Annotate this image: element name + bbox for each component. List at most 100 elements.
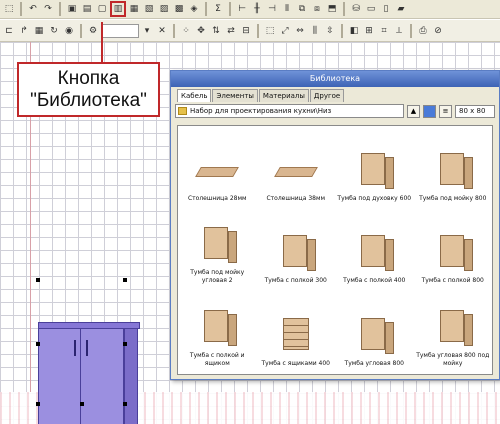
object-icon[interactable]: ◈ [187, 2, 201, 16]
folder-icon[interactable]: ▭ [364, 2, 378, 16]
library-tab[interactable]: Кабель [177, 89, 212, 102]
callout-pointer [101, 22, 103, 63]
selection-handle[interactable] [123, 278, 127, 282]
library-item[interactable]: Столешница 28мм [178, 126, 257, 209]
callout-line-1: Кнопка [57, 68, 120, 89]
toolbar-separator [257, 23, 259, 38]
item-shape [439, 309, 473, 346]
zoom-input[interactable] [101, 23, 139, 38]
print-icon[interactable]: ⎙ [416, 24, 430, 38]
view-mode-icon[interactable] [423, 104, 436, 118]
toolbar-separator [173, 23, 175, 38]
selection-handle[interactable] [80, 402, 84, 406]
item-shape [361, 317, 395, 354]
snap-icon[interactable]: ⁘ [179, 24, 193, 38]
library-item[interactable]: Тумба под духовку 600 [335, 126, 414, 209]
rotate-icon[interactable]: ↻ [47, 24, 61, 38]
library-item[interactable]: Тумба с ящиками 400 [257, 291, 336, 374]
distribute-icon[interactable]: ⫴ [280, 2, 294, 16]
arrow-icon[interactable]: ↱ [17, 24, 31, 38]
toolbar-separator [341, 23, 343, 38]
library-item[interactable]: Тумба угловая 800 под мойку [414, 291, 493, 374]
align-left-icon[interactable]: ⊢ [235, 2, 249, 16]
align-right-icon[interactable]: ⊣ [265, 2, 279, 16]
mirror-icon[interactable]: ⇄ [224, 24, 238, 38]
group-icon[interactable]: ⧉ [295, 2, 309, 16]
view-list-icon[interactable]: ≡ [439, 104, 452, 118]
stretch-icon[interactable]: ⇔ [293, 24, 307, 38]
folder-open-icon[interactable]: ⛁ [349, 2, 363, 16]
table-icon[interactable]: ▧ [142, 2, 156, 16]
align-icon[interactable]: ⊟ [239, 24, 253, 38]
pointer-icon[interactable]: ⬚ [2, 2, 16, 16]
selected-cabinet[interactable] [34, 322, 144, 424]
library-item[interactable]: Тумба с полкой 800 [414, 209, 493, 292]
library-item[interactable]: Тумба под мойку 800 [414, 126, 493, 209]
item-thumbnail [432, 231, 474, 272]
library-window: Библиотека Кабель Элементы Материалы Другое… [170, 70, 500, 380]
cabinet-body [38, 328, 124, 424]
selection-handle[interactable] [36, 342, 40, 346]
redo-icon[interactable]: ↷ [41, 2, 55, 16]
item-label: Тумба угловая 800 под мойку [416, 351, 490, 367]
folder-export-icon[interactable]: ▰ [394, 2, 408, 16]
measure-icon[interactable]: ⟂ [392, 24, 406, 38]
flip-icon[interactable]: ⇅ [209, 24, 223, 38]
move-icon[interactable]: ✥ [194, 24, 208, 38]
render-icon[interactable]: ▩ [172, 2, 186, 16]
dialog-icon[interactable]: ▤ [80, 2, 94, 16]
line-icon[interactable]: ⊏ [2, 24, 16, 38]
undo-icon[interactable]: ↶ [26, 2, 40, 16]
selection-handle[interactable] [36, 402, 40, 406]
dimension-icon[interactable]: ⊞ [362, 24, 376, 38]
window-icon[interactable]: ▣ [65, 2, 79, 16]
item-shape [204, 309, 238, 346]
library-tabs: Кабель Элементы Материалы Другое [171, 87, 499, 102]
library-item[interactable]: Тумба под мойку угловая 2 [178, 209, 257, 292]
library-item[interactable]: Тумба с полкой 400 [335, 209, 414, 292]
sum-icon[interactable]: Σ [211, 2, 225, 16]
thumbnail-size-select[interactable]: 80 x 80 [455, 104, 495, 118]
selection-handle[interactable] [123, 402, 127, 406]
library-item[interactable]: Столешница 38мм [257, 126, 336, 209]
selection-handle[interactable] [123, 342, 127, 346]
chevron-down-icon[interactable]: ▾ [140, 24, 154, 38]
library-item[interactable]: Тумба угловая 800 [335, 291, 414, 374]
item-label: Тумба под духовку 600 [337, 194, 412, 202]
distribute-h-icon[interactable]: ⫼ [308, 24, 322, 38]
select-icon[interactable]: ⬚ [263, 24, 277, 38]
folder-up-icon[interactable]: ▲ [407, 104, 420, 118]
library-item[interactable]: Тумба с полкой и ящиком [178, 291, 257, 374]
library-path-field[interactable]: Набор для проектирования кухни\Низ [175, 104, 404, 118]
item-shape [361, 152, 395, 189]
library-item[interactable]: Тумба с полкой 300 [257, 209, 336, 292]
frame-icon[interactable]: ▢ [95, 2, 109, 16]
library-tab[interactable]: Элементы [212, 89, 258, 102]
ungroup-icon[interactable]: ⧈ [310, 2, 324, 16]
resize-icon[interactable]: ⇳ [323, 24, 337, 38]
item-shape [282, 235, 316, 272]
library-title[interactable]: Библиотека [171, 71, 499, 87]
close-icon[interactable]: ✕ [155, 24, 169, 38]
library-path-bar: Набор для проектирования кухни\Низ ▲ ≡ 8… [171, 102, 499, 120]
scale-icon[interactable]: ⤢ [278, 24, 292, 38]
record-icon[interactable]: ◉ [62, 24, 76, 38]
settings-icon[interactable]: ⚙ [86, 24, 100, 38]
grid-icon[interactable]: ▦ [32, 24, 46, 38]
item-label: Тумба под мойку 800 [419, 194, 487, 202]
image-icon[interactable]: ▨ [157, 2, 171, 16]
library-tab[interactable]: Другое [309, 89, 345, 102]
library-tab[interactable]: Материалы [258, 89, 309, 102]
library-button[interactable]: ▥ [110, 1, 126, 17]
wall-icon[interactable]: ◧ [347, 24, 361, 38]
align-center-icon[interactable]: ╫ [250, 2, 264, 16]
arrange-icon[interactable]: ⬒ [325, 2, 339, 16]
folder-save-icon[interactable]: ▯ [379, 2, 393, 16]
crop-icon[interactable]: ⌗ [377, 24, 391, 38]
view-icon[interactable]: ▦ [127, 2, 141, 16]
item-thumbnail [353, 314, 395, 354]
item-thumbnail [353, 231, 395, 272]
hide-icon[interactable]: ⊘ [431, 24, 445, 38]
item-thumbnail [353, 149, 395, 189]
selection-handle[interactable] [36, 278, 40, 282]
